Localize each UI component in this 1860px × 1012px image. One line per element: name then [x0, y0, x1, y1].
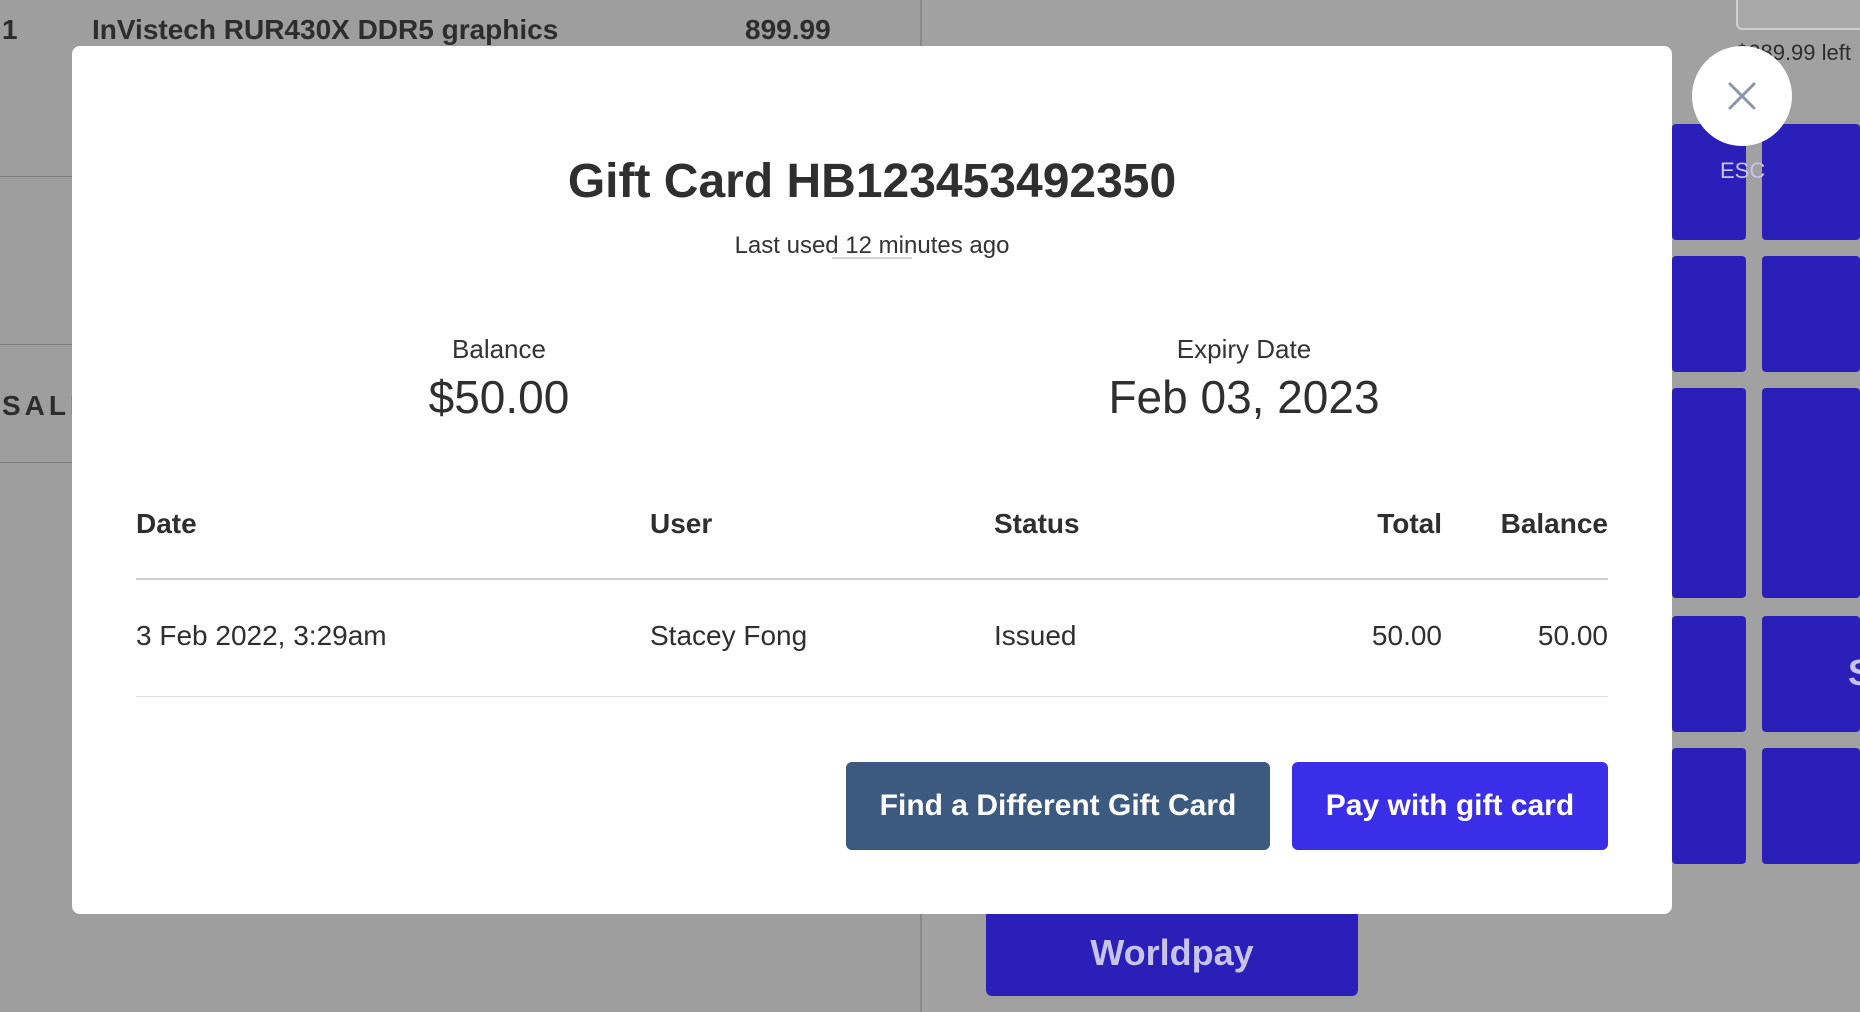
- table-header-divider: [136, 578, 1608, 580]
- cart-divider: [0, 344, 72, 345]
- keypad-key[interactable]: [1672, 256, 1746, 372]
- modal-title: Gift Card HB123453492350: [567, 155, 1177, 208]
- cart-divider: [0, 176, 72, 177]
- amount-input[interactable]: [1736, 0, 1860, 30]
- title-divider: [832, 257, 912, 259]
- keypad-key[interactable]: [1672, 748, 1746, 864]
- cart-line-name: InVistech RUR430X DDR5 graphics: [92, 14, 559, 45]
- worldpay-button[interactable]: Worldpay: [986, 910, 1358, 996]
- keypad-key[interactable]: [1762, 388, 1860, 598]
- cell-status: Issued: [994, 620, 1077, 651]
- balance-label: Balance: [452, 334, 546, 364]
- keypad-key[interactable]: [1762, 124, 1860, 240]
- close-icon: [1728, 82, 1756, 110]
- column-header-date: Date: [136, 508, 197, 539]
- column-header-user: User: [650, 508, 713, 539]
- expiry-label: Expiry Date: [1176, 334, 1312, 364]
- pay-with-gift-card-button[interactable]: Pay with gift card: [1292, 762, 1608, 850]
- last-used-text: Last used 12 minutes ago: [734, 232, 1010, 259]
- keypad-key[interactable]: [1672, 388, 1746, 598]
- find-different-gift-card-button[interactable]: Find a Different Gift Card: [846, 762, 1270, 850]
- cell-date: 3 Feb 2022, 3:29am: [136, 620, 387, 651]
- keypad-key[interactable]: [1672, 616, 1746, 732]
- keypad-key-label: S: [1848, 652, 1860, 694]
- table-row-divider: [136, 696, 1608, 697]
- expiry-value: Feb 03, 2023: [1108, 371, 1380, 423]
- cart-line-price: 899.99: [745, 14, 831, 45]
- keypad-key[interactable]: [1762, 748, 1860, 864]
- gift-card-modal: Gift Card HB123453492350 Last used 12 mi…: [72, 46, 1672, 914]
- keypad-key[interactable]: [1762, 616, 1860, 732]
- column-header-status: Status: [994, 508, 1080, 539]
- balance-value: $50.00: [428, 371, 570, 423]
- column-header-balance: Balance: [1500, 508, 1608, 539]
- keypad-key[interactable]: [1762, 256, 1860, 372]
- cart-divider: [0, 462, 72, 463]
- cart-line-qty: 1: [2, 14, 18, 45]
- close-modal-button[interactable]: [1692, 46, 1792, 146]
- cell-balance: 50.00: [1537, 620, 1608, 651]
- cell-user: Stacey Fong: [650, 620, 808, 651]
- keypad-esc-label: ESC: [1720, 158, 1766, 183]
